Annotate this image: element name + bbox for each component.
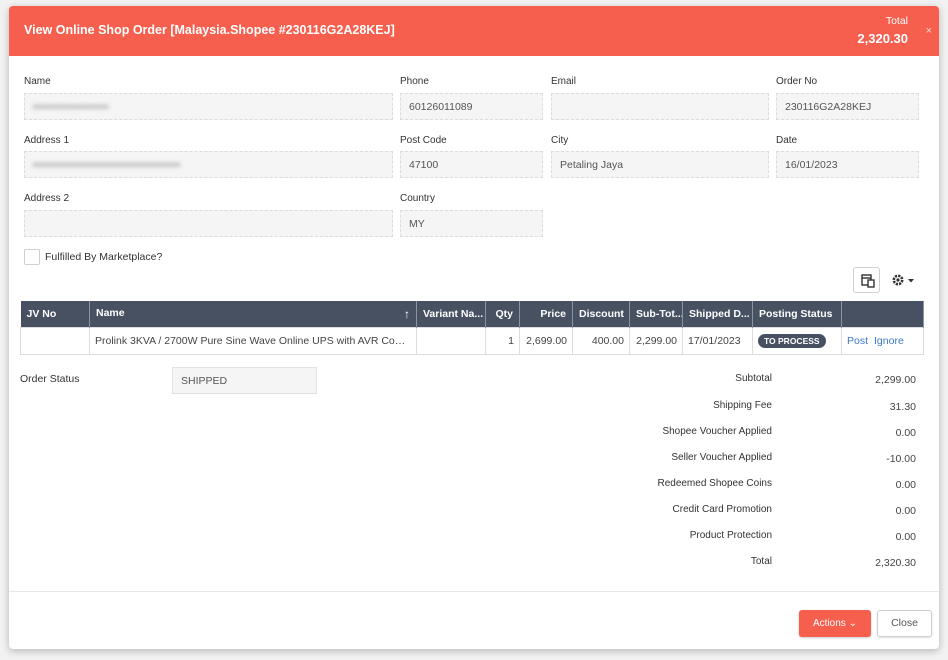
email-field[interactable]	[551, 93, 769, 120]
summary-label-seller-voucher: Seller Voucher Applied	[671, 452, 772, 463]
summary-label-shopee-voucher: Shopee Voucher Applied	[662, 426, 772, 437]
close-button[interactable]: Close	[877, 610, 932, 637]
summary-value-shopee-voucher: 0.00	[895, 427, 916, 439]
summary-label-protection: Product Protection	[689, 530, 772, 541]
fulfilled-checkbox[interactable]	[24, 249, 40, 265]
summary-label-shipping: Shipping Fee	[713, 400, 772, 411]
name-value: ▪▪▪▪▪▪▪▪▪▪▪▪▪▪▪▪▪▪	[33, 101, 109, 113]
name-label: Name	[24, 76, 51, 87]
order-lines-table: JV No Name ↑ Variant Na... Qty Price Disc…	[20, 301, 924, 355]
layout-button[interactable]	[853, 267, 880, 293]
layout-icon	[861, 274, 875, 288]
summary-value-coins: 0.00	[895, 479, 916, 491]
close-icon[interactable]: ×	[926, 25, 932, 37]
cell-subtotal: 2,299.00	[629, 326, 683, 355]
post-code-field[interactable]: 47100	[400, 151, 543, 178]
header-total-label: Total	[885, 15, 908, 27]
summary-value-shipping: 31.30	[889, 401, 916, 413]
sort-asc-icon[interactable]: ↑	[404, 307, 410, 321]
cell-name: Prolink 3KVA / 2700W Pure Sine Wave Onli…	[89, 326, 417, 355]
gear-icon	[892, 274, 914, 286]
col-name[interactable]: Name ↑	[89, 301, 417, 327]
summary-value-cc-promo: 0.00	[895, 505, 916, 517]
col-actions	[841, 301, 924, 327]
settings-button[interactable]	[889, 270, 919, 290]
col-name-label: Name	[96, 306, 125, 319]
country-label: Country	[400, 193, 436, 204]
summary-value-seller-voucher: -10.00	[886, 453, 916, 465]
table-row[interactable]: Prolink 3KVA / 2700W Pure Sine Wave Onli…	[20, 326, 924, 355]
cell-shipped-date: 17/01/2023	[682, 326, 753, 355]
cell-jv-no	[20, 326, 90, 355]
cell-posting-status: TO PROCESS	[752, 326, 842, 355]
country-field[interactable]: MY	[400, 210, 543, 237]
chevron-down-icon: ⌄	[848, 618, 857, 629]
actions-button[interactable]: Actions ⌄	[799, 610, 871, 637]
order-modal: View Online Shop Order [Malaysia.Shopee …	[9, 6, 939, 649]
date-field[interactable]: 16/01/2023	[776, 151, 919, 178]
col-variant[interactable]: Variant Na...	[416, 301, 486, 327]
cell-discount: 400.00	[572, 326, 630, 355]
status-badge: TO PROCESS	[758, 333, 826, 348]
cell-actions: Post Ignore	[841, 326, 924, 355]
header-total-value: 2,320.30	[857, 31, 908, 46]
summary-value-total: 2,320.30	[875, 557, 916, 569]
summary-label-coins: Redeemed Shopee Coins	[657, 478, 772, 489]
cell-qty: 1	[485, 326, 520, 355]
address2-field[interactable]	[24, 210, 393, 237]
ignore-link[interactable]: Ignore	[874, 335, 904, 347]
col-shipped-date[interactable]: Shipped D...	[682, 301, 753, 327]
address2-label: Address 2	[24, 193, 70, 204]
address1-label: Address 1	[24, 135, 70, 146]
footer-divider	[9, 591, 939, 592]
summary-label-subtotal: Subtotal	[735, 373, 772, 384]
city-field[interactable]: Petaling Jaya	[551, 151, 769, 178]
modal-title: View Online Shop Order [Malaysia.Shopee …	[24, 23, 395, 37]
fulfilled-label: Fulfilled By Marketplace?	[45, 251, 163, 263]
cell-price: 2,699.00	[519, 326, 573, 355]
date-label: Date	[776, 135, 798, 146]
col-discount[interactable]: Discount	[572, 301, 630, 327]
modal-header: View Online Shop Order [Malaysia.Shopee …	[9, 6, 939, 56]
summary-label-total: Total	[750, 556, 772, 567]
col-jv-no[interactable]: JV No	[20, 301, 90, 327]
col-price[interactable]: Price	[519, 301, 573, 327]
city-label: City	[551, 135, 569, 146]
order-status-field[interactable]: SHIPPED	[172, 367, 317, 394]
summary-value-subtotal: 2,299.00	[875, 374, 916, 386]
email-label: Email	[551, 76, 577, 87]
order-no-field[interactable]: 230116G2A28KEJ	[776, 93, 919, 120]
col-qty[interactable]: Qty	[485, 301, 520, 327]
address1-value: ▪▪▪▪▪▪▪▪▪▪▪▪▪▪▪▪▪▪▪▪▪▪▪▪▪▪▪▪▪▪▪▪▪▪▪	[33, 159, 181, 171]
post-code-label: Post Code	[400, 135, 447, 146]
actions-label: Actions	[813, 618, 846, 629]
col-subtotal[interactable]: Sub-Tot...	[629, 301, 683, 327]
col-posting-status[interactable]: Posting Status	[752, 301, 842, 327]
summary-label-cc-promo: Credit Card Promotion	[672, 504, 772, 515]
cell-variant	[416, 326, 486, 355]
post-link[interactable]: Post	[847, 335, 868, 347]
table-header-row: JV No Name ↑ Variant Na... Qty Price Disc…	[20, 301, 924, 327]
phone-label: Phone	[400, 76, 429, 87]
order-status-label: Order Status	[20, 373, 80, 385]
order-no-label: Order No	[776, 76, 818, 87]
address1-field[interactable]: ▪▪▪▪▪▪▪▪▪▪▪▪▪▪▪▪▪▪▪▪▪▪▪▪▪▪▪▪▪▪▪▪▪▪▪	[24, 151, 393, 178]
summary-value-protection: 0.00	[895, 531, 916, 543]
name-field[interactable]: ▪▪▪▪▪▪▪▪▪▪▪▪▪▪▪▪▪▪	[24, 93, 393, 120]
phone-field[interactable]: 60126011089	[400, 93, 543, 120]
